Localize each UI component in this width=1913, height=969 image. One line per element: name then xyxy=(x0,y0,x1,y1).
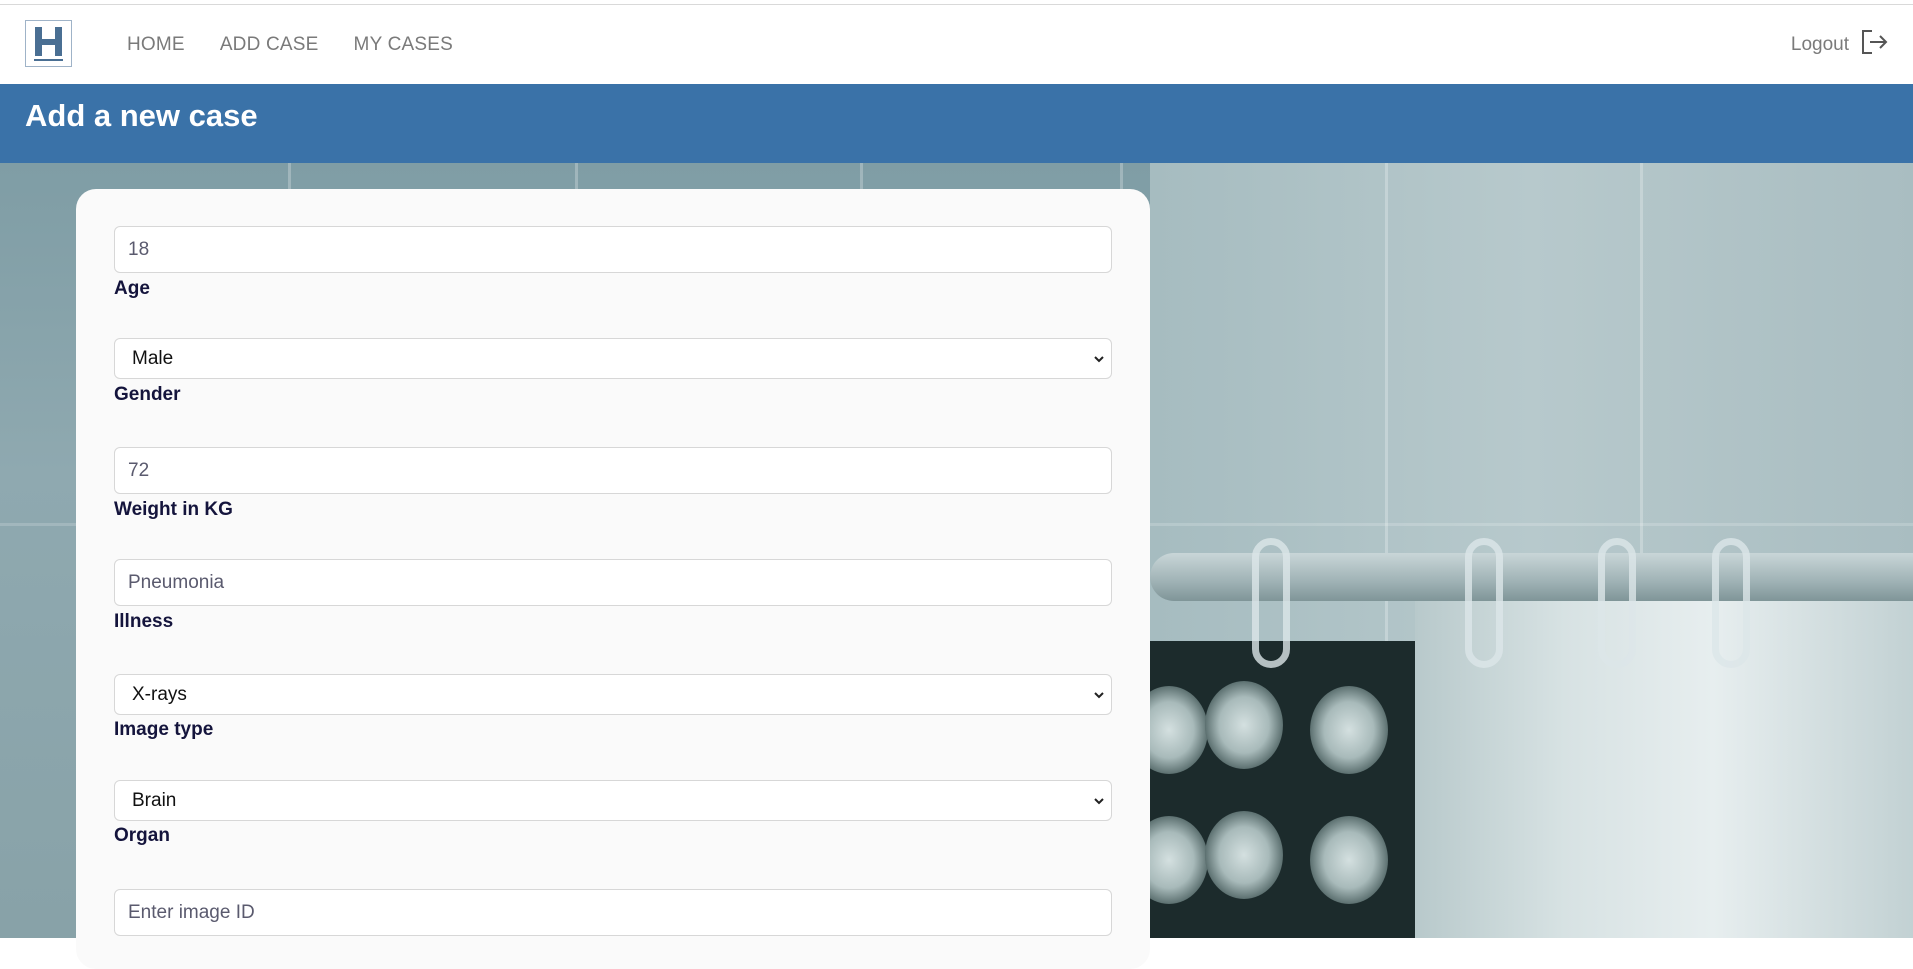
age-label: Age xyxy=(114,278,150,299)
illness-input[interactable]: Pneumonia xyxy=(114,559,1112,606)
organ-select-value: Brain xyxy=(132,790,177,811)
weight-input[interactable]: 72 xyxy=(114,447,1112,494)
gender-label: Gender xyxy=(114,384,181,405)
image-type-select-value: X-rays xyxy=(132,684,187,705)
page-title: Add a new case xyxy=(25,98,258,133)
weight-label: Weight in KG xyxy=(114,499,233,520)
nav-add-case-link[interactable]: ADD CASE xyxy=(220,34,319,56)
organ-label: Organ xyxy=(114,825,170,846)
gender-select[interactable]: Male xyxy=(114,338,1112,379)
gender-select-value: Male xyxy=(132,348,174,369)
healthcare-logo[interactable] xyxy=(25,20,72,67)
chevron-down-icon xyxy=(1094,356,1104,363)
page-banner: Add a new case xyxy=(0,84,1913,163)
logout-icon xyxy=(1859,27,1889,62)
chevron-down-icon xyxy=(1094,692,1104,699)
organ-select[interactable]: Brain xyxy=(114,780,1112,821)
navbar: HOME ADD CASE MY CASES Logout xyxy=(0,5,1913,84)
logout-label: Logout xyxy=(1790,33,1849,55)
chevron-down-icon xyxy=(1094,798,1104,805)
nav-my-cases-link[interactable]: MY CASES xyxy=(354,34,453,56)
new-case-form: 18 Age Male Gender 72 Weight in KG Pneum… xyxy=(76,189,1150,969)
image-id-input[interactable]: Enter image ID xyxy=(114,889,1112,936)
nav-home-link[interactable]: HOME xyxy=(127,34,185,56)
illness-label: Illness xyxy=(114,611,174,632)
image-type-select[interactable]: X-rays xyxy=(114,674,1112,715)
age-input[interactable]: 18 xyxy=(114,226,1112,273)
nav-links: HOME ADD CASE MY CASES xyxy=(127,5,453,84)
logout-button[interactable]: Logout xyxy=(1791,5,1889,84)
image-type-label: Image type xyxy=(114,719,214,740)
